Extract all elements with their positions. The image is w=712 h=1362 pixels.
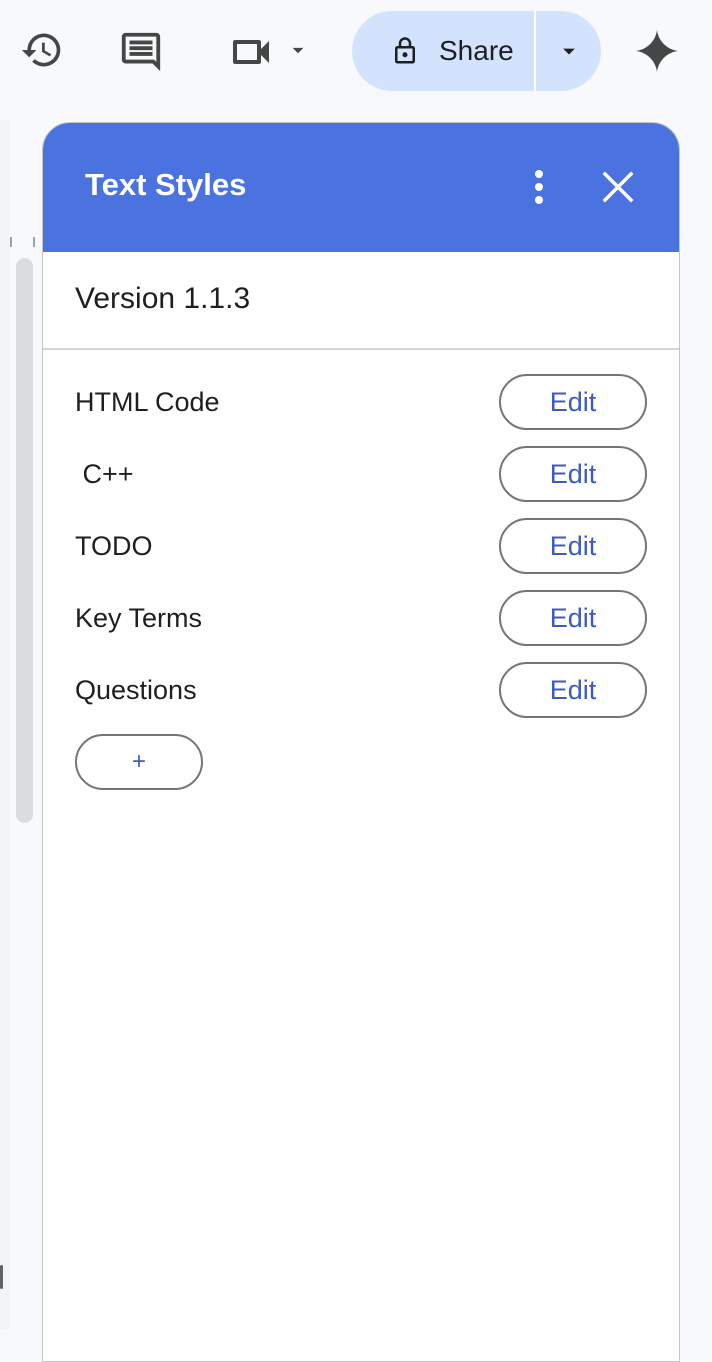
add-style-button[interactable]: + (75, 734, 203, 790)
text-styles-panel: Text Styles Version 1.1.3 HTML Code Edit… (42, 122, 680, 1362)
list-item: Questions Edit (43, 662, 679, 734)
edit-button[interactable]: Edit (499, 590, 647, 646)
style-name: TODO (75, 531, 153, 561)
panel-header: Text Styles (43, 123, 679, 252)
document-edge (0, 120, 10, 1329)
share-dropdown-button[interactable] (536, 11, 601, 91)
video-camera-icon[interactable] (226, 28, 276, 76)
document-scrollbar[interactable] (16, 258, 33, 823)
ruler-tick (33, 237, 35, 247)
version-row: Version 1.1.3 (43, 252, 679, 350)
edit-button[interactable]: Edit (499, 446, 647, 502)
page-edge-marker (0, 1265, 3, 1289)
list-item: TODO Edit (43, 518, 679, 590)
edit-button[interactable]: Edit (499, 374, 647, 430)
list-item: Key Terms Edit (43, 590, 679, 662)
panel-title: Text Styles (85, 167, 247, 202)
close-icon[interactable] (599, 168, 637, 206)
style-name: Questions (75, 675, 197, 705)
style-name: C++ (75, 459, 134, 489)
share-button[interactable]: Share (352, 11, 534, 91)
list-item: C++ Edit (43, 446, 679, 518)
caret-down-icon (555, 37, 583, 65)
share-label: Share (439, 35, 514, 66)
sparkle-icon[interactable] (632, 26, 682, 76)
history-icon[interactable] (18, 26, 66, 74)
style-name: Key Terms (75, 603, 203, 633)
add-row: + (43, 734, 679, 806)
style-list: HTML Code Edit C++ Edit TODO Edit Key Te… (43, 374, 679, 806)
comment-icon[interactable] (116, 28, 166, 76)
more-vert-icon[interactable] (521, 167, 557, 207)
share-button-group: Share (352, 11, 601, 91)
lock-icon (390, 34, 420, 68)
style-name: HTML Code (75, 387, 220, 417)
caret-down-icon[interactable] (284, 36, 312, 64)
edit-button[interactable]: Edit (499, 662, 647, 718)
ruler-tick (10, 237, 12, 247)
version-label: Version 1.1.3 (75, 282, 251, 315)
edit-button[interactable]: Edit (499, 518, 647, 574)
list-item: HTML Code Edit (43, 374, 679, 446)
